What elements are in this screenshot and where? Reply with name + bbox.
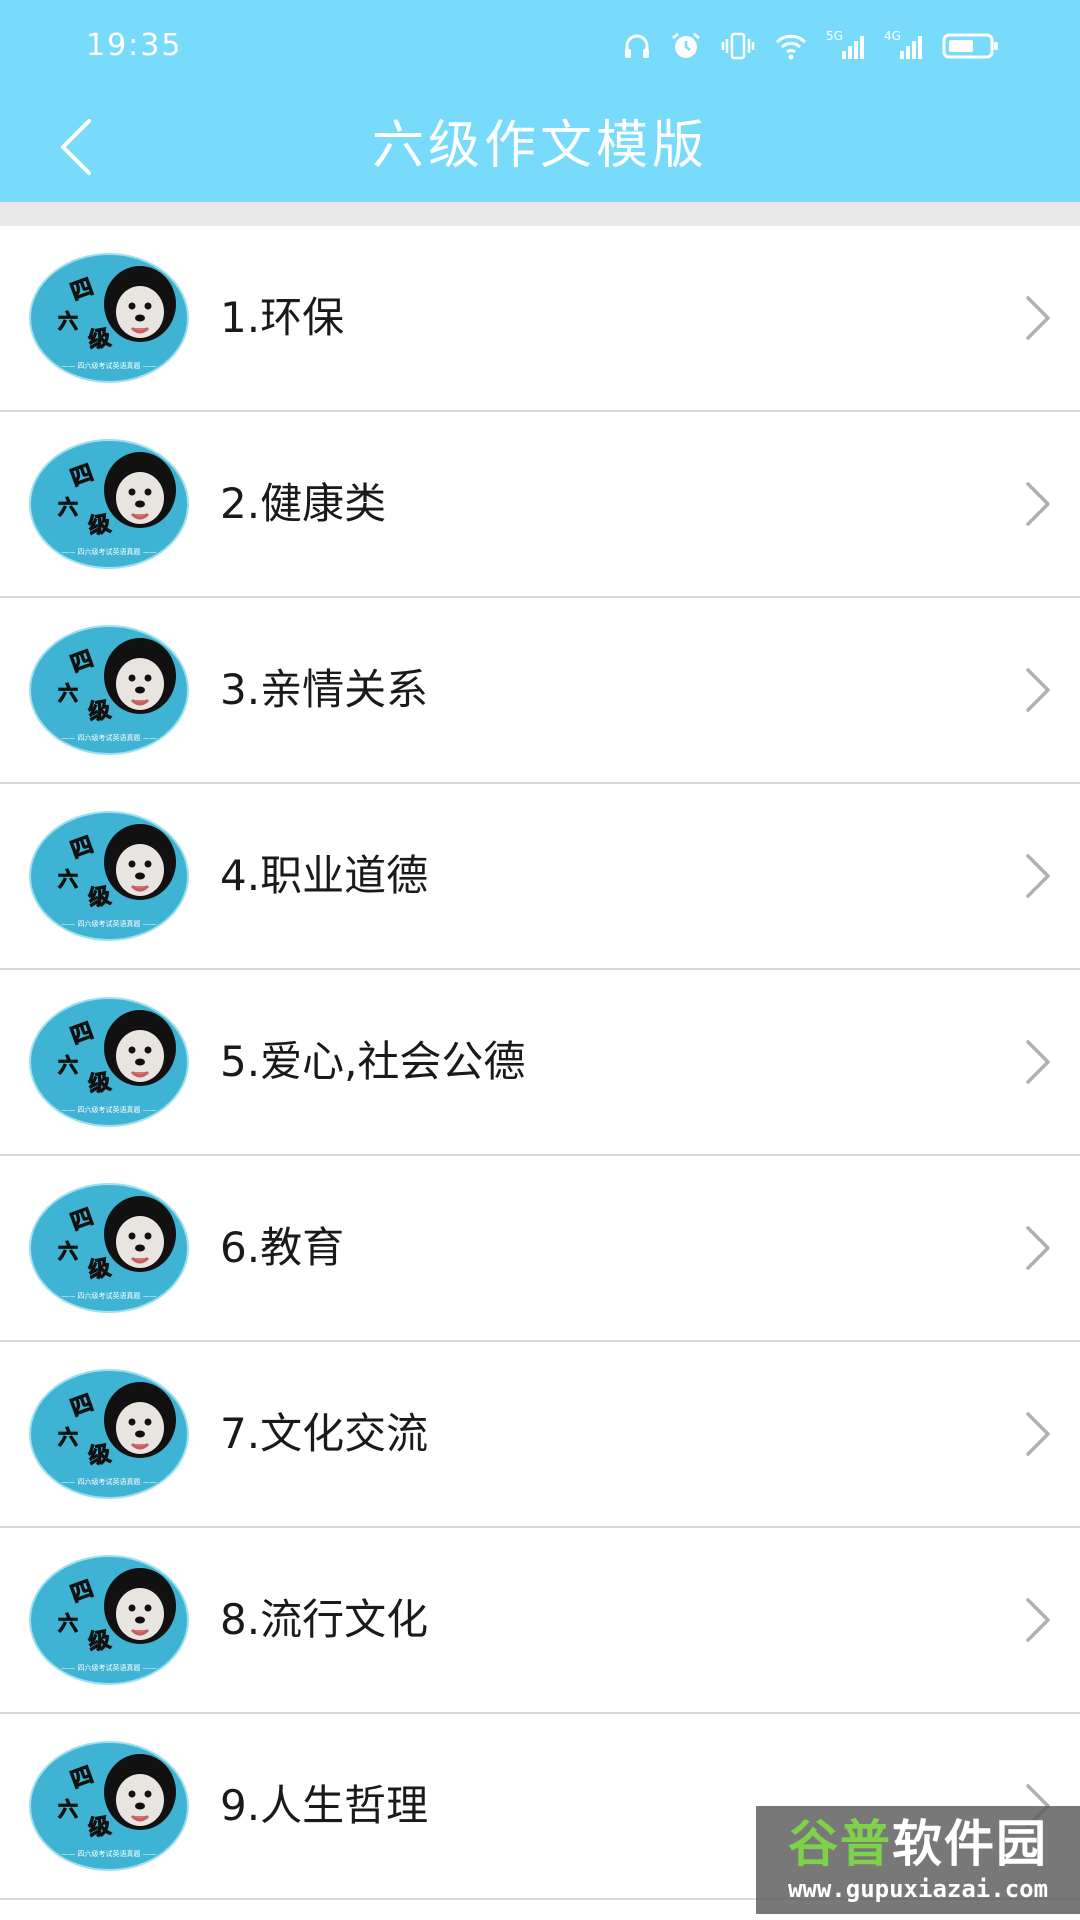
cet-thumbnail-icon: 四 六 级 —— 四六级考试英语真题 ——: [29, 1741, 189, 1871]
chevron-right-icon: [1026, 668, 1050, 712]
watermark-brand-part2: 软件园: [892, 1815, 1048, 1873]
chevron-right-icon: [1026, 482, 1050, 526]
cet-thumbnail-icon: 四 六 级 —— 四六级考试英语真题 ——: [29, 253, 189, 383]
list-item-7[interactable]: 四 六 级 —— 四六级考试英语真题 —— 7.文化交流: [0, 1342, 1080, 1528]
page-title: 六级作文模版: [371, 116, 708, 176]
list-item-label: 7.文化交流: [220, 1409, 429, 1458]
svg-text:级: 级: [87, 1440, 113, 1469]
list-item-label: 4.职业道德: [220, 851, 429, 900]
header-divider: [0, 202, 1080, 226]
svg-text:—— 四六级考试英语真题 ——: —— 四六级考试英语真题 ——: [61, 361, 156, 370]
svg-text:—— 四六级考试英语真题 ——: —— 四六级考试英语真题 ——: [61, 1291, 156, 1300]
svg-text:级: 级: [87, 324, 113, 353]
watermark-url: www.gupuxiazai.com: [787, 1875, 1049, 1903]
svg-text:—— 四六级考试英语真题 ——: —— 四六级考试英语真题 ——: [61, 1105, 156, 1114]
svg-text:—— 四六级考试英语真题 ——: —— 四六级考试英语真题 ——: [61, 547, 156, 556]
cet-thumbnail-icon: 四 六 级 —— 四六级考试英语真题 ——: [29, 1183, 189, 1313]
list-item-label: 3.亲情关系: [220, 665, 429, 714]
cet-thumbnail-icon: 四 六 级 —— 四六级考试英语真题 ——: [29, 625, 189, 755]
list-item-label: 8.流行文化: [220, 1595, 429, 1644]
list-item-3[interactable]: 四 六 级 —— 四六级考试英语真题 —— 3.亲情关系: [0, 598, 1080, 784]
signal-4g-icon: 4G: [884, 29, 924, 61]
svg-text:六: 六: [58, 309, 78, 333]
headphones-icon: [622, 31, 652, 61]
list-item-8[interactable]: 四 六 级 —— 四六级考试英语真题 —— 8.流行文化: [0, 1528, 1080, 1714]
status-bar: 19:35 5G 4G: [0, 0, 1080, 90]
cet-thumbnail-icon: 四 六 级 —— 四六级考试英语真题 ——: [29, 439, 189, 569]
svg-text:级: 级: [87, 1626, 113, 1655]
svg-text:六: 六: [58, 1611, 78, 1635]
cet-thumbnail-icon: 四 六 级 —— 四六级考试英语真题 ——: [29, 1555, 189, 1685]
svg-text:级: 级: [87, 1254, 113, 1283]
chevron-right-icon: [1026, 1226, 1050, 1270]
watermark: 谷普软件园 www.gupuxiazai.com: [756, 1806, 1080, 1914]
svg-text:六: 六: [58, 867, 78, 891]
svg-text:级: 级: [87, 696, 113, 725]
app-header: 19:35 5G 4G 六级作文模版: [0, 0, 1080, 202]
list-item-label: 1.环保: [220, 293, 345, 342]
svg-text:六: 六: [58, 1425, 78, 1449]
svg-text:六: 六: [58, 1797, 78, 1821]
alarm-icon: [670, 31, 702, 61]
list-item-1[interactable]: 四 六 级 —— 四六级考试英语真题 —— 1.环保: [0, 226, 1080, 412]
svg-text:级: 级: [87, 510, 113, 539]
svg-text:六: 六: [58, 495, 78, 519]
vibrate-icon: [720, 31, 756, 61]
list-item-4[interactable]: 四 六 级 —— 四六级考试英语真题 —— 4.职业道德: [0, 784, 1080, 970]
svg-text:级: 级: [87, 1068, 113, 1097]
status-icons: 5G 4G: [622, 26, 1000, 66]
chevron-right-icon: [1026, 1598, 1050, 1642]
list-item-6[interactable]: 四 六 级 —— 四六级考试英语真题 —— 6.教育: [0, 1156, 1080, 1342]
watermark-brand-part1: 谷普: [788, 1815, 892, 1873]
svg-text:—— 四六级考试英语真题 ——: —— 四六级考试英语真题 ——: [61, 919, 156, 928]
watermark-brand: 谷普软件园: [788, 1815, 1048, 1873]
cet-thumbnail-icon: 四 六 级 —— 四六级考试英语真题 ——: [29, 997, 189, 1127]
list-item-2[interactable]: 四 六 级 —— 四六级考试英语真题 —— 2.健康类: [0, 412, 1080, 598]
svg-text:—— 四六级考试英语真题 ——: —— 四六级考试英语真题 ——: [61, 1477, 156, 1486]
list-item-5[interactable]: 四 六 级 —— 四六级考试英语真题 —— 5.爱心,社会公德: [0, 970, 1080, 1156]
battery-icon: [942, 31, 1000, 61]
chevron-right-icon: [1026, 1040, 1050, 1084]
chevron-right-icon: [1026, 854, 1050, 898]
signal-5g-label: 5G: [826, 29, 843, 43]
chevron-right-icon: [1026, 296, 1050, 340]
back-button[interactable]: [44, 110, 106, 184]
wifi-icon: [774, 31, 808, 61]
svg-text:—— 四六级考试英语真题 ——: —— 四六级考试英语真题 ——: [61, 1849, 156, 1858]
essay-template-list: 四 六 级 —— 四六级考试英语真题 —— 1.环保 四 六 级 —— 四六级考…: [0, 226, 1080, 1900]
list-item-label: 5.爱心,社会公德: [220, 1037, 526, 1086]
list-item-label: 6.教育: [220, 1223, 345, 1272]
chevron-right-icon: [1026, 1412, 1050, 1456]
signal-4g-label: 4G: [884, 29, 901, 43]
svg-text:六: 六: [58, 1239, 78, 1263]
cet-thumbnail-icon: 四 六 级 —— 四六级考试英语真题 ——: [29, 811, 189, 941]
list-item-label: 9.人生哲理: [220, 1781, 429, 1830]
svg-text:级: 级: [87, 882, 113, 911]
svg-text:级: 级: [87, 1812, 113, 1841]
list-item-label: 2.健康类: [220, 479, 387, 528]
svg-text:—— 四六级考试英语真题 ——: —— 四六级考试英语真题 ——: [61, 1663, 156, 1672]
cet-thumbnail-icon: 四 六 级 —— 四六级考试英语真题 ——: [29, 1369, 189, 1499]
svg-text:—— 四六级考试英语真题 ——: —— 四六级考试英语真题 ——: [61, 733, 156, 742]
svg-text:六: 六: [58, 1053, 78, 1077]
svg-text:六: 六: [58, 681, 78, 705]
navigation-bar: 六级作文模版: [0, 90, 1080, 202]
chevron-left-icon: [61, 119, 91, 175]
signal-5g-icon: 5G: [826, 29, 866, 61]
status-time: 19:35: [86, 28, 183, 63]
